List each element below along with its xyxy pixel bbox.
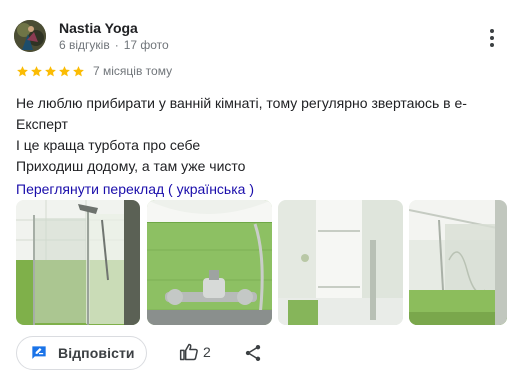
rating-row: 7 місяців тому [16, 64, 172, 78]
review-line: Не люблю прибирати у ванній кімнаті, том… [16, 95, 467, 111]
review-photo[interactable] [278, 200, 403, 325]
star-icon [45, 65, 56, 76]
like-button[interactable]: 2 [179, 342, 211, 362]
reply-edit-icon [32, 346, 46, 359]
review-date: 7 місяців тому [93, 64, 173, 78]
star-rating [16, 65, 85, 78]
review-photo[interactable] [147, 200, 272, 325]
star-icon [59, 65, 70, 76]
star-icon [31, 65, 42, 76]
review-line: Приходиш додому, а там уже чисто [16, 158, 246, 174]
review-line: І це краща турбота про себе [16, 137, 201, 153]
star-icon [73, 65, 84, 76]
reply-button[interactable]: Відповісти [16, 336, 147, 370]
review-photo[interactable] [16, 200, 140, 325]
like-count: 2 [203, 344, 211, 360]
author-meta: 6 відгуків · 17 фото [59, 38, 169, 52]
translate-link[interactable]: Переглянути переклад ( українська ) [16, 181, 254, 197]
avatar[interactable] [14, 20, 46, 52]
review-photo[interactable] [409, 200, 507, 325]
thumb-up-icon [179, 343, 198, 361]
review-text: Не люблю прибирати у ванній кімнаті, том… [16, 93, 486, 177]
star-icon [17, 65, 28, 76]
author-name[interactable]: Nastia Yoga [59, 20, 138, 36]
review-count: 6 відгуків [59, 38, 110, 52]
share-icon[interactable] [243, 343, 263, 363]
reply-label: Відповісти [58, 345, 135, 361]
review-line: Експерт [16, 116, 68, 132]
separator-dot: · [114, 38, 119, 52]
more-vert-icon[interactable] [482, 26, 502, 50]
photo-count: 17 фото [123, 38, 169, 52]
